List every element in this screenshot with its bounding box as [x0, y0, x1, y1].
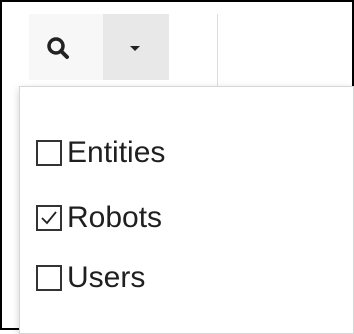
robots-checkbox[interactable] — [36, 205, 62, 231]
filter-toolbar — [29, 14, 169, 80]
users-checkbox[interactable] — [36, 265, 62, 291]
search-button[interactable] — [29, 14, 103, 80]
caret-down-icon — [130, 46, 140, 51]
menu-item-robots[interactable]: Robots — [36, 198, 162, 238]
filter-dropdown-toggle[interactable] — [103, 14, 169, 80]
menu-item-users[interactable]: Users — [36, 258, 145, 298]
toolbar-divider — [217, 14, 218, 88]
checkmark-icon — [41, 211, 57, 225]
filter-dropdown-menu: Entities Robots Users — [19, 86, 354, 334]
menu-item-label: Entities — [67, 136, 166, 169]
menu-item-label: Users — [67, 261, 146, 294]
menu-item-entities[interactable]: Entities — [36, 133, 165, 173]
search-icon — [47, 37, 69, 59]
filter-window: Entities Robots Users — [0, 0, 354, 334]
menu-item-label: Robots — [67, 201, 163, 234]
entities-checkbox[interactable] — [36, 140, 62, 166]
